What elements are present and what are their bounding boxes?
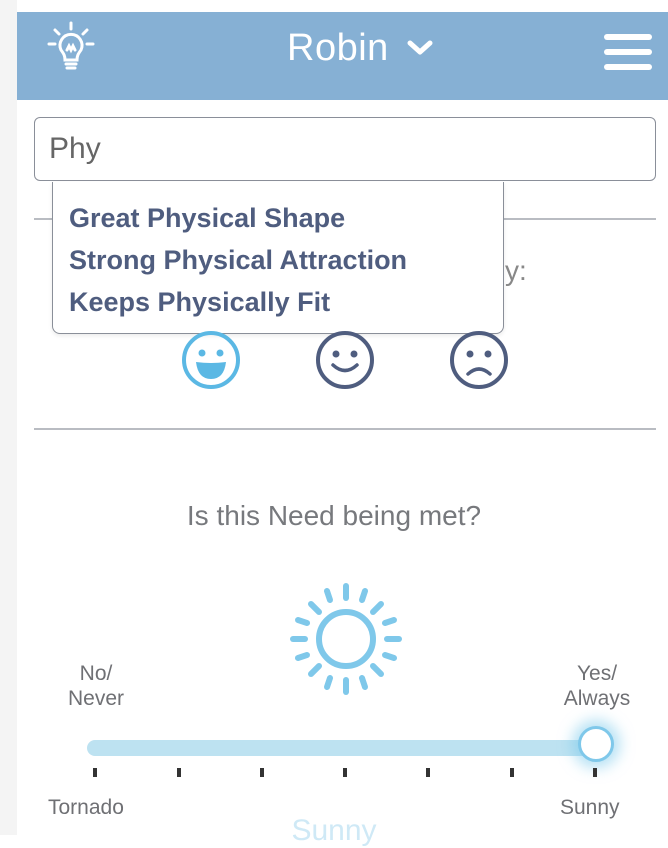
search-input[interactable] xyxy=(34,117,656,181)
slider-tick xyxy=(177,768,181,777)
suggestion-dropdown: Great Physical Shape Strong Physical Att… xyxy=(52,182,504,334)
suggestion-item[interactable]: Great Physical Shape xyxy=(69,198,503,240)
slider-tick xyxy=(343,768,347,777)
lightbulb-icon[interactable] xyxy=(41,20,101,80)
slider-tick xyxy=(426,768,430,777)
need-slider-track[interactable] xyxy=(87,740,599,756)
suggestion-item[interactable]: Keeps Physically Fit xyxy=(69,282,503,324)
smiling-face-icon[interactable] xyxy=(314,329,376,391)
user-name: Robin xyxy=(287,26,389,69)
left-scale-label: No/ Never xyxy=(67,662,125,710)
obscured-label: y: xyxy=(505,255,527,286)
section-divider xyxy=(34,428,656,430)
need-question: Is this Need being met? xyxy=(186,500,482,531)
app-header: Robin xyxy=(17,12,668,100)
hamburger-menu-icon[interactable] xyxy=(604,34,652,74)
user-selector[interactable]: Robin xyxy=(287,26,433,70)
slider-tick xyxy=(93,768,97,777)
chevron-down-icon xyxy=(407,40,433,55)
slider-tick xyxy=(260,768,264,777)
laughing-face-icon[interactable] xyxy=(180,329,242,391)
current-value-label: Sunny xyxy=(291,814,377,847)
slider-tick xyxy=(593,768,597,777)
sad-face-icon[interactable] xyxy=(448,329,510,391)
slider-tick xyxy=(510,768,514,777)
right-scale-label: Yes/ Always xyxy=(563,662,631,710)
window-edge xyxy=(0,0,17,835)
need-slider-thumb[interactable] xyxy=(578,726,614,762)
suggestion-item[interactable]: Strong Physical Attraction xyxy=(69,240,503,282)
sun-icon xyxy=(290,583,402,695)
